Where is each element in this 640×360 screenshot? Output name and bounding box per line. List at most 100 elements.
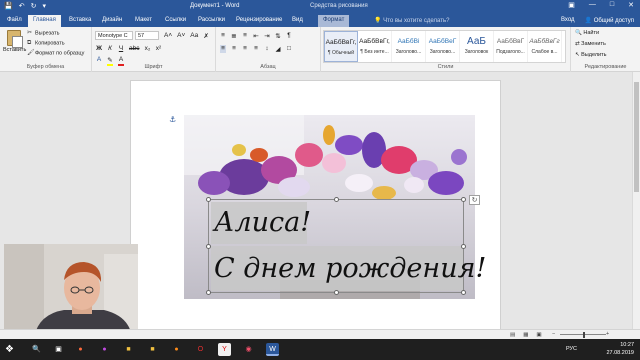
greeting-name-text[interactable]: Алиса! — [211, 202, 311, 244]
opera-icon[interactable]: O — [194, 343, 207, 356]
find-button[interactable]: 🔍 Найти — [575, 30, 599, 36]
resize-handle-se[interactable] — [461, 290, 466, 295]
recorder-app-icon[interactable]: ◉ — [242, 343, 255, 356]
copy-button[interactable]: ⧉ Копировать — [27, 40, 65, 46]
decrease-indent-icon[interactable]: ⇤ — [253, 32, 259, 40]
tab-review[interactable]: Рецензирование — [231, 15, 287, 27]
task-view-icon[interactable]: ▣ — [52, 343, 65, 356]
tell-me-search[interactable]: 💡 Что вы хотите сделать? — [374, 17, 449, 24]
change-case-icon[interactable]: Aa — [190, 32, 198, 40]
document-page[interactable]: ⚓ Алиса! С днем рождения! ↻ — [130, 80, 501, 329]
web-layout-icon[interactable]: ▣ — [536, 332, 541, 338]
tab-references[interactable]: Ссылки — [160, 15, 191, 27]
tab-layout[interactable]: Макет — [130, 15, 157, 27]
subscript-icon[interactable]: x₂ — [144, 45, 151, 52]
zoom-out-icon[interactable]: − — [552, 331, 555, 337]
superscript-icon[interactable]: x² — [155, 45, 161, 52]
search-icon[interactable]: 🔍 — [30, 343, 43, 356]
zoom-slider-thumb[interactable] — [583, 332, 585, 338]
underline-icon[interactable]: Ч — [118, 45, 124, 52]
increase-indent-icon[interactable]: ⇥ — [264, 32, 270, 40]
tab-mailings[interactable]: Рассылки — [193, 15, 230, 27]
tab-format[interactable]: Формат — [318, 15, 350, 27]
clear-format-icon[interactable]: ✗ — [203, 32, 209, 40]
replace-button[interactable]: ⇄ Заменить — [575, 41, 606, 47]
wordart-textbox[interactable]: Алиса! С днем рождения! — [206, 197, 486, 295]
close-icon[interactable]: ✕ — [628, 1, 634, 9]
layout-options-icon[interactable]: ↻ — [469, 195, 480, 205]
tab-insert[interactable]: Вставка — [64, 15, 96, 27]
bold-icon[interactable]: Ж — [96, 45, 102, 52]
system-clock[interactable]: 10:27 27.08.2019 — [606, 341, 634, 357]
redo-icon[interactable]: ↻ — [31, 2, 37, 10]
zoom-in-icon[interactable]: + — [606, 331, 609, 337]
style-heading-1[interactable]: АаБбВі Заголово... — [392, 31, 426, 62]
resize-handle-ne[interactable] — [461, 197, 466, 202]
bullets-icon[interactable]: ≡ — [220, 32, 226, 40]
yandex-icon[interactable]: Y — [218, 343, 231, 356]
resize-handle-sw[interactable] — [206, 290, 211, 295]
align-right-icon[interactable]: ≡ — [242, 45, 248, 53]
file-explorer-icon[interactable]: ■ — [122, 343, 135, 356]
vertical-scrollbar[interactable] — [632, 72, 640, 329]
resize-handle-nw[interactable] — [206, 197, 211, 202]
multilevel-list-icon[interactable]: ≡ — [242, 32, 248, 40]
shrink-font-icon[interactable]: A˅ — [177, 32, 185, 40]
resize-handle-e[interactable] — [461, 244, 466, 249]
customize-qat-icon[interactable]: ▾ — [42, 2, 46, 10]
resize-handle-s[interactable] — [334, 290, 339, 295]
line-spacing-icon[interactable]: ↕ — [264, 45, 270, 53]
style-subtitle[interactable]: АаБбВвГ Подзаголо... — [494, 31, 528, 62]
justify-icon[interactable]: ≡ — [253, 45, 259, 53]
folder-icon[interactable]: ■ — [146, 343, 159, 356]
strikethrough-icon[interactable]: abc — [129, 45, 139, 52]
align-center-icon[interactable]: ≡ — [231, 45, 237, 53]
firefox-icon[interactable]: ● — [170, 343, 183, 356]
italic-icon[interactable]: К — [107, 45, 113, 52]
show-marks-icon[interactable]: ¶ — [286, 32, 292, 40]
tab-home[interactable]: Главная — [28, 15, 61, 27]
resize-handle-w[interactable] — [206, 244, 211, 249]
maximize-icon[interactable]: □ — [610, 1, 614, 9]
title-bar: 💾 ↶ ↻ ▾ Документ1 - Word Средства рисова… — [0, 0, 640, 13]
ribbon-display-options-icon[interactable]: ▣ — [568, 1, 575, 9]
tab-view[interactable]: Вид — [287, 15, 308, 27]
input-language[interactable]: РУС — [566, 346, 577, 352]
style-title[interactable]: АаБ Заголовок — [460, 31, 494, 62]
undo-icon[interactable]: ↶ — [19, 2, 25, 10]
format-painter-button[interactable]: 🖌Формат по образцу — [27, 50, 84, 56]
font-size-select[interactable]: 57 — [135, 31, 159, 40]
align-left-icon[interactable]: ≡ — [220, 45, 226, 53]
style-heading-2[interactable]: АаБбВеГ Заголово... — [426, 31, 460, 62]
grow-font-icon[interactable]: A˄ — [164, 32, 172, 40]
save-icon[interactable]: 💾 — [4, 2, 13, 10]
style-no-spacing[interactable]: АаБбВвГг, ¶ Без инте... — [358, 31, 392, 62]
minimize-icon[interactable]: — — [589, 1, 596, 9]
search-icon: 🔍 — [575, 30, 582, 36]
tab-design[interactable]: Дизайн — [97, 15, 127, 27]
font-name-select[interactable]: Monotype C — [95, 31, 133, 40]
sign-in-link[interactable]: Вход — [561, 17, 575, 24]
scrollbar-thumb[interactable] — [634, 82, 639, 192]
windows-start-icon[interactable]: ❖ — [5, 344, 14, 355]
word-icon[interactable]: W — [266, 343, 279, 356]
select-label: Выделить — [581, 52, 607, 58]
print-layout-icon[interactable]: ▦ — [523, 332, 528, 338]
select-button[interactable]: ↖ Выделить — [575, 52, 607, 58]
shading-icon[interactable]: ◢ — [275, 45, 281, 53]
tab-file[interactable]: Файл — [2, 15, 27, 27]
resize-handle-n[interactable] — [334, 197, 339, 202]
paste-button[interactable]: Вставить — [3, 30, 26, 53]
media-app-icon[interactable]: ● — [98, 343, 111, 356]
read-mode-icon[interactable]: ▤ — [510, 332, 515, 338]
sort-icon[interactable]: ⇅ — [275, 32, 281, 40]
numbering-icon[interactable]: ≣ — [231, 32, 237, 40]
style-subtle-emphasis[interactable]: АаБбВвГг Слабое в... — [528, 31, 562, 62]
find-label: Найти — [583, 30, 600, 36]
greeting-text[interactable]: С днем рождения! — [211, 246, 486, 291]
borders-icon[interactable]: □ — [286, 45, 292, 53]
style-normal[interactable]: АаБбВвГг, ¶ Обычный — [324, 31, 358, 62]
share-button[interactable]: 👤 Общий доступ — [585, 17, 634, 24]
yandex-browser-icon[interactable]: ● — [74, 343, 87, 356]
cut-button[interactable]: ✂ Вырезать — [27, 30, 59, 36]
